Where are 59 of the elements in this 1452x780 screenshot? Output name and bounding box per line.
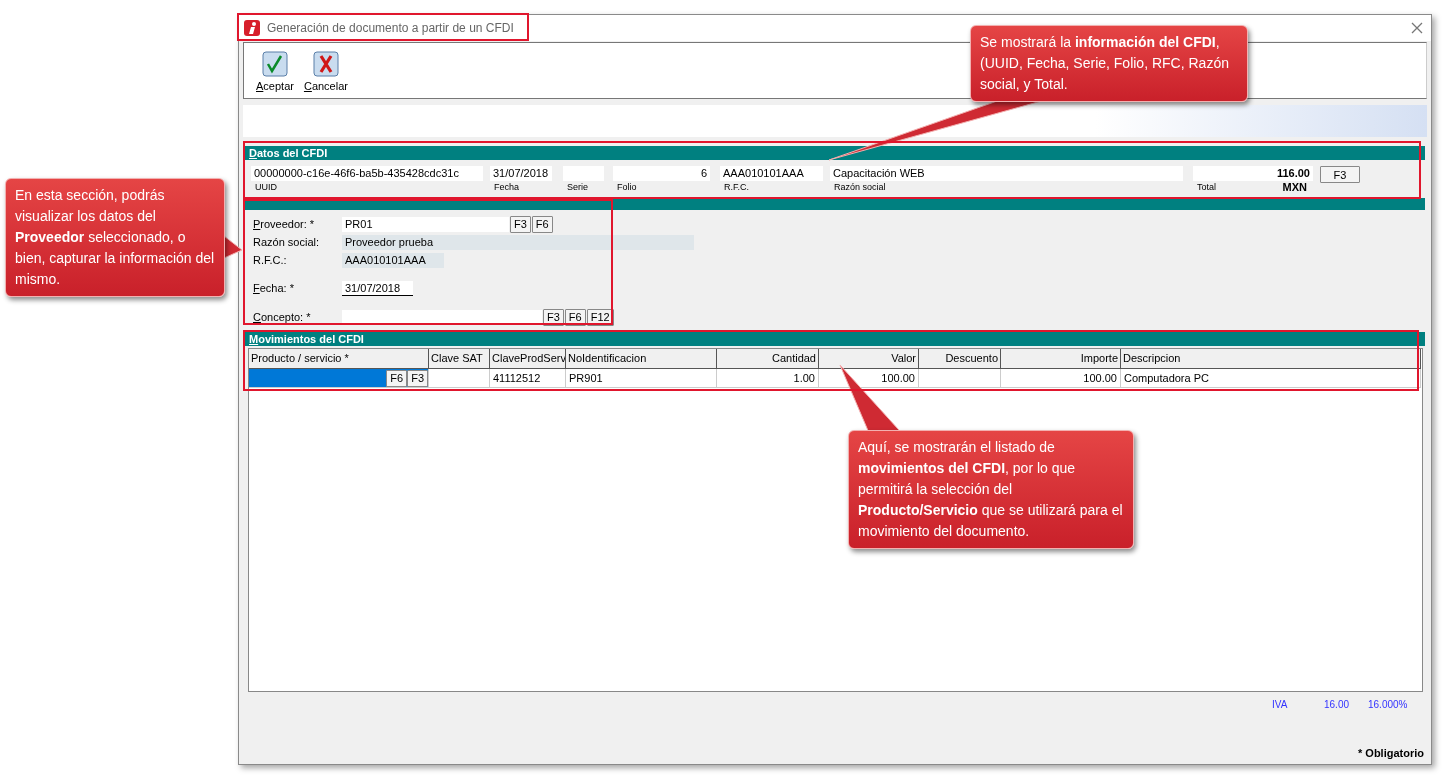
field-label: Concepto: * — [253, 310, 312, 324]
text-field[interactable]: Capacitación WEB — [830, 166, 1183, 181]
text-field[interactable]: 6 — [613, 166, 710, 181]
callout: En esta sección, podrás visualizar los datos del Proveedor seleccionado, o bien, capturar la información del mismo. — [5, 178, 225, 297]
column-header[interactable]: Descripcion — [1121, 349, 1421, 370]
column-header[interactable]: Valor — [819, 349, 919, 370]
field-label: R.F.C. — [723, 182, 750, 193]
callout: Se mostrará la información del CFDI, (UUID, Fecha, Serie, Folio, RFC, Razón social, y Total. — [970, 25, 1248, 102]
section-header: Movimientos del CFDI — [244, 332, 1425, 347]
field-label: UUID — [254, 182, 278, 193]
field-label: Serie — [566, 182, 589, 193]
table-cell: Computadora PC — [1121, 369, 1421, 389]
tax-name: IVA — [1272, 699, 1289, 712]
readonly-field: Proveedor prueba — [342, 234, 694, 250]
field-label: Fecha: * — [253, 281, 295, 295]
readonly-field: AAA010101AAA — [342, 252, 444, 268]
field-label: Fecha — [493, 182, 520, 193]
required-note: * Obligatorio — [1357, 746, 1425, 761]
field-label: Razón social: — [253, 235, 321, 249]
check-icon — [261, 51, 288, 77]
window-title: Generación de documento a partir de un CFDI — [267, 20, 514, 36]
field-label: R.F.C.: — [253, 253, 288, 267]
table-cell: 1.00 — [717, 369, 819, 389]
column-header[interactable]: Descuento — [919, 349, 1001, 370]
field-label: Proveedor: * — [253, 217, 316, 231]
function-key-button[interactable]: F6 — [386, 369, 408, 387]
column-header[interactable]: ClaveProdServ — [490, 349, 566, 370]
close-icon[interactable] — [1411, 22, 1423, 34]
column-header[interactable]: Cantidad — [717, 349, 819, 370]
field-label: Folio — [616, 182, 638, 193]
column-header[interactable]: Importe — [1001, 349, 1121, 370]
app-logo-icon — [243, 19, 261, 37]
function-key-button[interactable]: F3 — [407, 369, 428, 387]
column-header[interactable]: Producto / servicio * — [249, 349, 429, 370]
text-field[interactable]: 00000000-c16e-46f6-ba5b-435428cdc31c — [251, 166, 483, 181]
tax-rate: 16.000% — [1368, 699, 1408, 712]
table-cell: PR901 — [566, 369, 717, 389]
function-key-button[interactable]: F3 — [510, 215, 531, 233]
callout: Aquí, se mostrarán el listado de movimientos del CFDI, por lo que permitirá la selección del Producto/Servicio que se utilizará para el movimiento del documento. — [848, 430, 1134, 549]
field-label: Total — [1196, 182, 1216, 194]
text-field[interactable]: 31/07/2018 — [490, 166, 552, 181]
total-field[interactable]: 116.00 — [1193, 166, 1313, 181]
selected-cell[interactable]: F6 F3 — [249, 369, 429, 389]
text-field[interactable]: PR01 — [342, 216, 509, 232]
function-key-button[interactable]: F6 — [531, 215, 553, 233]
table-cell: 41112512 — [490, 369, 566, 389]
date-field[interactable]: 31/07/2018 — [342, 280, 413, 296]
column-header[interactable]: NoIdentificacion — [566, 349, 717, 370]
section-header: Datos del CFDI — [244, 146, 1425, 160]
x-icon — [312, 51, 339, 77]
f3-button[interactable]: F3 — [1320, 166, 1360, 183]
tax-amount: 16.00 — [1324, 699, 1351, 712]
field-label: Razón social — [833, 182, 887, 193]
table-cell: 100.00 — [1001, 369, 1121, 389]
accept-button[interactable]: Aceptar — [256, 51, 294, 98]
cancel-button[interactable]: Cancelar — [303, 51, 348, 98]
text-field[interactable]: AAA010101AAA — [720, 166, 823, 181]
column-header[interactable]: Clave SAT — [429, 349, 490, 370]
currency-label: MXN — [1282, 181, 1308, 195]
